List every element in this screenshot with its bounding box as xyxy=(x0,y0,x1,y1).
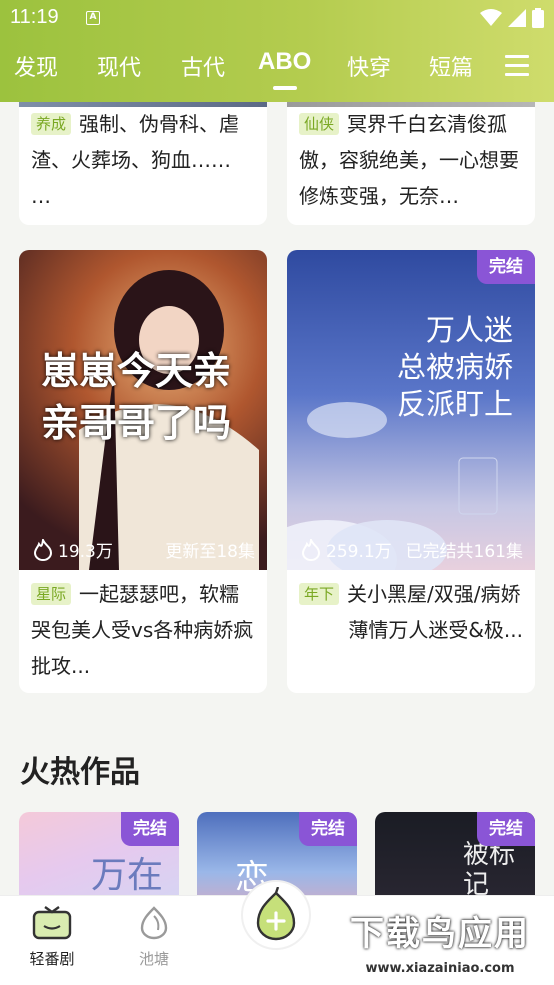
tab-ancient[interactable]: 古代 xyxy=(181,50,225,82)
status-badge: 完结 xyxy=(477,250,535,284)
section-title: 火热作品 xyxy=(20,755,140,790)
drama-card[interactable]: 完结 万人迷 总被病娇 反派盯上 259.1万 已完结共161集 年下 关小黑屋/… xyxy=(287,250,535,693)
drama-card[interactable]: 仙侠 冥界千白玄清俊孤傲，容貌绝美，一心想要修炼变强，无奈… xyxy=(287,102,535,225)
tab-abo[interactable]: ABO xyxy=(258,48,311,76)
cover-title: 万在 xyxy=(91,855,164,895)
cover-title: 被标记 xyxy=(463,840,516,895)
card-tag: 养成 xyxy=(31,113,72,135)
pond-icon xyxy=(140,906,168,940)
cover-title-line: 反派盯上 xyxy=(396,387,513,421)
card-description: 年下 关小黑屋/双强/病娇 薄情万人迷受&极... xyxy=(299,576,523,648)
tv-icon xyxy=(32,906,72,940)
status-badge: 完结 xyxy=(477,812,535,846)
wifi-icon xyxy=(480,9,502,26)
tab-discover[interactable]: 发现 xyxy=(14,50,58,82)
card-description: 养成 强制、伪骨科、虐渣、火葬场、狗血……… xyxy=(31,106,255,214)
card-cover: 崽崽今天亲亲哥哥了吗 19.3万 更新至18集 xyxy=(19,250,267,570)
play-count-value: 259.1万 xyxy=(326,542,392,562)
card-description: 仙侠 冥界千白玄清俊孤傲，容貌绝美，一心想要修炼变强，无奈… xyxy=(299,106,523,214)
tab-modern[interactable]: 现代 xyxy=(97,50,141,82)
play-count-value: 19.3万 xyxy=(58,542,113,562)
nav-item-pond[interactable]: 池塘 xyxy=(119,906,189,969)
cover-title: 崽崽今天亲亲哥哥了吗 xyxy=(41,348,232,445)
card-tag: 星际 xyxy=(31,583,72,605)
card-text-more: … xyxy=(31,184,51,208)
card-cover: 完结 万人迷 总被病娇 反派盯上 259.1万 已完结共161集 xyxy=(287,250,535,570)
status-bar: 11:19 A xyxy=(0,0,554,36)
cover-title: 万人迷 总被病娇 反派盯上 xyxy=(397,312,513,423)
watermark-title: 下载鸟应用 xyxy=(332,910,548,958)
watermark: 下载鸟应用 www.xiazainiao.com xyxy=(332,910,548,980)
status-badge: 完结 xyxy=(121,812,179,846)
menu-icon[interactable] xyxy=(505,55,529,77)
episode-status: 更新至18集 xyxy=(165,542,255,562)
episode-status: 已完结共161集 xyxy=(405,542,523,562)
drama-card[interactable]: 养成 强制、伪骨科、虐渣、火葬场、狗血……… xyxy=(19,102,267,225)
drama-card[interactable]: 崽崽今天亲亲哥哥了吗 19.3万 更新至18集 星际 一起瑟瑟吧，软糯哭包美人受v… xyxy=(19,250,267,693)
hot-item[interactable]: 万在 完结 xyxy=(19,812,179,895)
status-time: 11:19 xyxy=(10,6,59,28)
card-text: 关小黑屋/双强/病娇 xyxy=(347,582,521,606)
watermark-url: www.xiazainiao.com xyxy=(365,961,515,976)
notification-icon: A xyxy=(86,11,100,25)
card-tag: 仙侠 xyxy=(299,113,340,135)
cover-title-line: 万人迷 xyxy=(425,313,513,347)
play-count: 19.3万 xyxy=(33,537,113,562)
status-badge: 完结 xyxy=(299,812,357,846)
cover-title-line: 总被病娇 xyxy=(396,350,513,384)
status-icons xyxy=(480,8,544,28)
nav-item-light-drama[interactable]: 轻番剧 xyxy=(17,906,87,969)
signal-icon xyxy=(508,9,526,27)
app-header: 11:19 A 发现 现代 古代 ABO 快穿 短篇 xyxy=(0,0,554,102)
battery-icon xyxy=(532,8,544,28)
fire-icon xyxy=(301,538,321,561)
category-tabs: 发现 现代 古代 ABO 快穿 短篇 xyxy=(0,48,554,86)
hot-item[interactable]: 被标记 完结 xyxy=(375,812,535,895)
card-text-more: 薄情万人迷受&极... xyxy=(348,618,523,642)
nav-label: 池塘 xyxy=(138,950,169,968)
tab-quick-travel[interactable]: 快穿 xyxy=(347,50,391,82)
pear-add-icon xyxy=(256,887,296,941)
tab-short[interactable]: 短篇 xyxy=(429,50,493,82)
card-tag: 年下 xyxy=(299,583,340,605)
card-description: 星际 一起瑟瑟吧，软糯哭包美人受vs各种病娇疯批攻... xyxy=(31,576,255,684)
fire-icon xyxy=(33,538,53,561)
play-count: 259.1万 xyxy=(301,537,392,562)
nav-label: 轻番剧 xyxy=(29,950,75,968)
active-tab-indicator xyxy=(273,86,297,90)
content-area[interactable]: 养成 强制、伪骨科、虐渣、火葬场、狗血……… 仙侠 冥界千白玄清俊孤傲，容貌绝美，一… xyxy=(0,102,554,895)
create-button[interactable] xyxy=(243,882,309,948)
